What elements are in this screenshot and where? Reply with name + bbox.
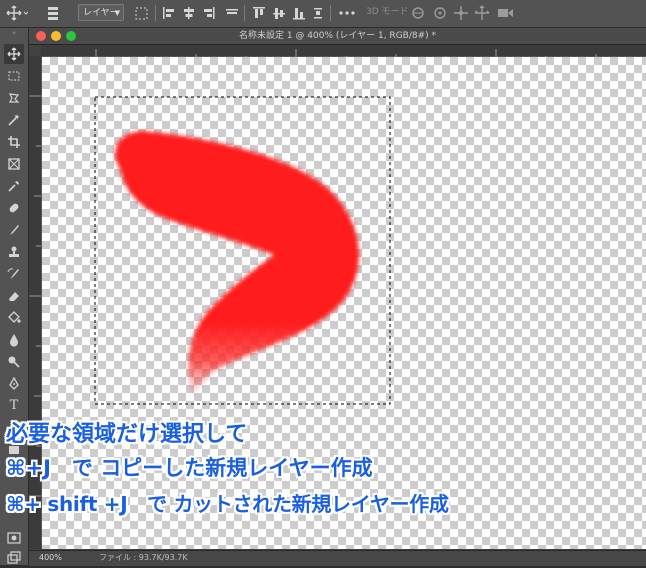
- document-window: 名称未設定 1 @ 400% (レイヤー 1, RGB/8#) * 400% フ…: [29, 28, 646, 566]
- frame-tool-icon[interactable]: [4, 154, 24, 174]
- roll-3d-icon[interactable]: [432, 3, 448, 23]
- screen-mode-icon[interactable]: [4, 548, 24, 568]
- align-vtop-icon[interactable]: [252, 3, 266, 23]
- status-bar: 400% ファイル : 93.7K/93.7K: [29, 550, 646, 566]
- crop-tool-icon[interactable]: [4, 132, 24, 152]
- toolbox: » T: [0, 28, 29, 565]
- caption-line-1: 必要な領域だけ選択して: [6, 422, 248, 447]
- dodge-tool-icon[interactable]: [4, 352, 24, 372]
- type-tool-icon[interactable]: T: [4, 396, 24, 416]
- chevron-down-icon: ▼: [114, 9, 120, 17]
- align-left-icon[interactable]: [162, 3, 176, 23]
- align-right-icon[interactable]: [202, 3, 216, 23]
- orbit-3d-icon[interactable]: [410, 3, 426, 23]
- quick-mask-icon[interactable]: [4, 528, 24, 548]
- document-title: 名称未設定 1 @ 400% (レイヤー 1, RGB/8#) *: [238, 31, 437, 41]
- file-size-info[interactable]: ファイル : 93.7K/93.7K: [99, 552, 188, 564]
- options-bar: レイヤー ▼ 3D モード: [0, 0, 646, 28]
- pan-3d-icon[interactable]: [453, 3, 469, 23]
- eraser-tool-icon[interactable]: [4, 286, 24, 306]
- align-top-icon[interactable]: [224, 3, 240, 23]
- mode-3d-label: 3D モード: [366, 7, 409, 17]
- paint-bucket-tool-icon[interactable]: [4, 308, 24, 328]
- eyedropper-tool-icon[interactable]: [4, 176, 24, 196]
- stamp-tool-icon[interactable]: [4, 242, 24, 262]
- caption-line-2: ⌘+J で コピーした新規レイヤー作成: [6, 456, 373, 480]
- more-options-icon[interactable]: [337, 3, 357, 23]
- ruler-horizontal[interactable]: [41, 45, 646, 60]
- brush-tool-icon[interactable]: [4, 220, 24, 240]
- transform-controls-icon[interactable]: [134, 3, 150, 23]
- blur-tool-icon[interactable]: [4, 330, 24, 350]
- layer-select-label: レイヤー: [83, 8, 119, 18]
- camera-3d-icon[interactable]: [496, 3, 514, 23]
- zoom-level[interactable]: 400%: [39, 552, 62, 564]
- red-stroke-shape: [115, 131, 359, 397]
- divider: [155, 5, 156, 21]
- document-titlebar: 名称未設定 1 @ 400% (レイヤー 1, RGB/8#) *: [29, 28, 646, 45]
- align-hcenter-icon[interactable]: [182, 3, 196, 23]
- magic-wand-tool-icon[interactable]: [4, 110, 24, 130]
- move-tool-icon[interactable]: [6, 3, 28, 23]
- collapse-toolbox-icon[interactable]: »: [4, 30, 24, 37]
- divider: [330, 5, 331, 21]
- distribute-icon[interactable]: [312, 3, 324, 23]
- divider: [244, 5, 245, 21]
- align-vcenter-icon[interactable]: [272, 3, 286, 23]
- move-tool-icon[interactable]: [4, 44, 24, 64]
- layer-select[interactable]: レイヤー ▼: [78, 4, 124, 21]
- pen-tool-icon[interactable]: [4, 374, 24, 394]
- auto-select-icon[interactable]: [46, 3, 68, 23]
- history-brush-tool-icon[interactable]: [4, 264, 24, 284]
- align-bottom-icon[interactable]: [292, 3, 306, 23]
- marquee-tool-icon[interactable]: [4, 66, 24, 86]
- healing-brush-tool-icon[interactable]: [4, 198, 24, 218]
- slide-3d-icon[interactable]: [474, 3, 490, 23]
- lasso-tool-icon[interactable]: [4, 88, 24, 108]
- caption-line-3: ⌘+ shift +J で カットされた新規レイヤー作成: [6, 492, 449, 516]
